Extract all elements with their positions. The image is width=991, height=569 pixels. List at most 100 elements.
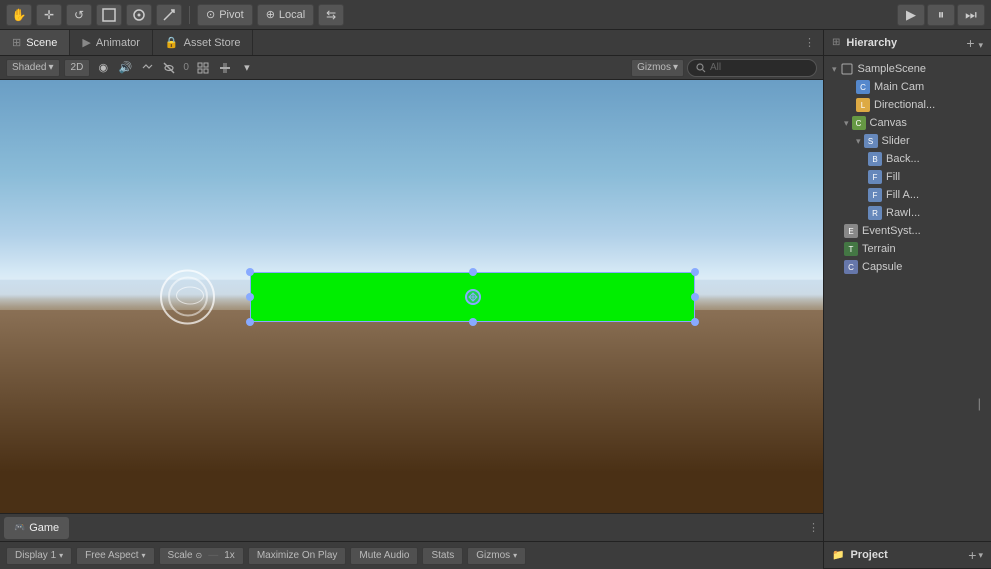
top-toolbar: ✋ ✛ ↺ ⊙ Pivot ⊕ Local ⇆ ▶ ⏸ ⏭ [0,0,991,30]
maximize-on-play-button[interactable]: Maximize On Play [248,547,347,565]
scale-tool-button[interactable] [96,4,122,26]
resize-handle-mt[interactable] [469,268,477,276]
hierarchy-cursor: | [978,396,981,411]
hierarchy-item-main-cam[interactable]: C Main Cam [824,78,991,96]
resize-handle-tr[interactable] [691,268,699,276]
hierarchy-item-capsule[interactable]: C Capsule [824,258,991,276]
fill-area-icon: F [868,188,882,202]
gizmos-dropdown[interactable]: Gizmos ▾ [631,59,684,77]
hierarchy-header: ⊞ Hierarchy + ▾ [824,30,991,56]
move-tool-button[interactable]: ✛ [36,4,62,26]
bottom-section: 🎮 Game ⋮ Display 1 ▾ Free Aspect ▾ [0,513,823,569]
stats-button[interactable]: Stats [422,547,463,565]
scale-value: 1x [224,550,235,561]
samplescene-expand-arrow[interactable]: ▾ [832,64,837,75]
game-tab[interactable]: 🎮 Game [4,517,69,539]
project-title: Project [850,549,887,561]
resize-handle-br[interactable] [691,318,699,326]
scene-viewport[interactable] [0,80,823,513]
collab-button[interactable]: ⇆ [318,4,344,26]
resize-handle-tl[interactable] [246,268,254,276]
display-label: Display 1 [15,550,56,561]
gizmos-group: Gizmos ▾ All [631,59,817,77]
project-add-button[interactable]: + ▾ [968,547,983,563]
samplescene-label: SampleScene [858,63,927,75]
asset-store-tab[interactable]: 🔒 Asset Store [153,30,254,55]
hierarchy-content[interactable]: ▾ SampleScene C Main Cam [824,56,991,541]
shaded-dropdown[interactable]: Shaded ▾ [6,59,60,77]
app-layout: ✋ ✛ ↺ ⊙ Pivot ⊕ Local ⇆ ▶ ⏸ ⏭ [0,0,991,569]
hierarchy-item-directional-light[interactable]: L Directional... [824,96,991,114]
scene-tab[interactable]: ⊞ Scene [0,30,70,55]
fill-icon: F [868,170,882,184]
resize-handle-mb[interactable] [469,318,477,326]
slider-expand-arrow[interactable]: ▾ [856,136,861,147]
hierarchy-item-background[interactable]: B Back... [824,150,991,168]
scene-search-box[interactable]: All [687,59,817,77]
slider-icon: S [864,134,878,148]
custom-editor-tool-button[interactable] [156,4,182,26]
aspect-ratio-button[interactable]: ▾ [238,59,256,77]
fx-button[interactable] [138,59,156,77]
rotate-tool-button[interactable]: ↺ [66,4,92,26]
resize-handle-mr[interactable] [691,293,699,301]
fill-area-label: Fill A... [886,189,919,201]
hierarchy-item-rawimage[interactable]: R RawI... [824,204,991,222]
tabs-more-button[interactable]: ⋮ [796,30,823,55]
hierarchy-add-button[interactable]: + ▾ [966,35,983,51]
astronaut-object[interactable] [160,269,215,324]
pivot-button[interactable]: ⊙ Pivot [197,4,253,26]
search-icon [696,63,706,73]
pivot-icon: ⊙ [206,8,215,21]
audio-button[interactable]: 🔊 [116,59,134,77]
eventsystem-label: EventSyst... [862,225,921,237]
play-controls: ▶ ⏸ ⏭ [897,4,985,26]
resize-handle-bl[interactable] [246,318,254,326]
eventsystem-icon: E [844,224,858,238]
game-tab-more-button[interactable]: ⋮ [808,521,819,534]
local-icon: ⊕ [266,8,275,21]
hierarchy-item-terrain[interactable]: T Terrain [824,240,991,258]
mute-audio-button[interactable]: Mute Audio [350,547,418,565]
samplescene-icon [840,62,854,76]
visibility-button[interactable]: ◉ [94,59,112,77]
hierarchy-item-fill[interactable]: F Fill [824,168,991,186]
hierarchy-item-slider[interactable]: ▾ S Slider [824,132,991,150]
pause-button[interactable]: ⏸ [927,4,955,26]
hand-tool-button[interactable]: ✋ [6,4,32,26]
main-area: ⊞ Scene ▶ Animator 🔒 Asset Store ⋮ Shade… [0,30,991,569]
grid-layout-button[interactable] [194,59,212,77]
hierarchy-title: Hierarchy [846,37,897,49]
hierarchy-item-fill-area[interactable]: F Fill A... [824,186,991,204]
step-button[interactable]: ⏭ [957,4,985,26]
play-button[interactable]: ▶ [897,4,925,26]
snap-settings-button[interactable] [216,59,234,77]
game-gizmos-button[interactable]: Gizmos ▾ [467,547,526,565]
animator-tab[interactable]: ▶ Animator [70,30,153,55]
display-dropdown[interactable]: Display 1 ▾ [6,547,72,565]
hierarchy-item-samplescene[interactable]: ▾ SampleScene [824,60,991,78]
scale-control[interactable]: Scale ⊙ — 1x [159,547,244,565]
hierarchy-item-eventsystem[interactable]: E EventSyst... [824,222,991,240]
aspect-label: Free Aspect [85,550,138,561]
toolbar-separator-1 [189,6,190,24]
terrain-label: Terrain [862,243,896,255]
resize-handle-ml[interactable] [246,293,254,301]
shaded-arrow-icon: ▾ [48,62,53,73]
slider-center-handle[interactable] [465,289,481,305]
hierarchy-item-canvas[interactable]: ▾ C Canvas [824,114,991,132]
hierarchy-empty-space: | [824,276,991,476]
hierarchy-add-arrow-icon: ▾ [978,40,983,50]
scene-toolbar: Shaded ▾ 2D ◉ 🔊 0 [0,56,823,80]
dir-light-icon: L [856,98,870,112]
local-button[interactable]: ⊕ Local [257,4,315,26]
canvas-expand-arrow[interactable]: ▾ [844,118,849,129]
display-arrow-icon: ▾ [59,551,63,560]
twod-button[interactable]: 2D [64,59,91,77]
hidden-layers-button[interactable] [160,59,178,77]
slider-bar-selected[interactable] [250,272,695,322]
terrain-icon: T [844,242,858,256]
game-tab-bar: 🎮 Game ⋮ [0,514,823,541]
aspect-dropdown[interactable]: Free Aspect ▾ [76,547,154,565]
rect-tool-button[interactable] [126,4,152,26]
